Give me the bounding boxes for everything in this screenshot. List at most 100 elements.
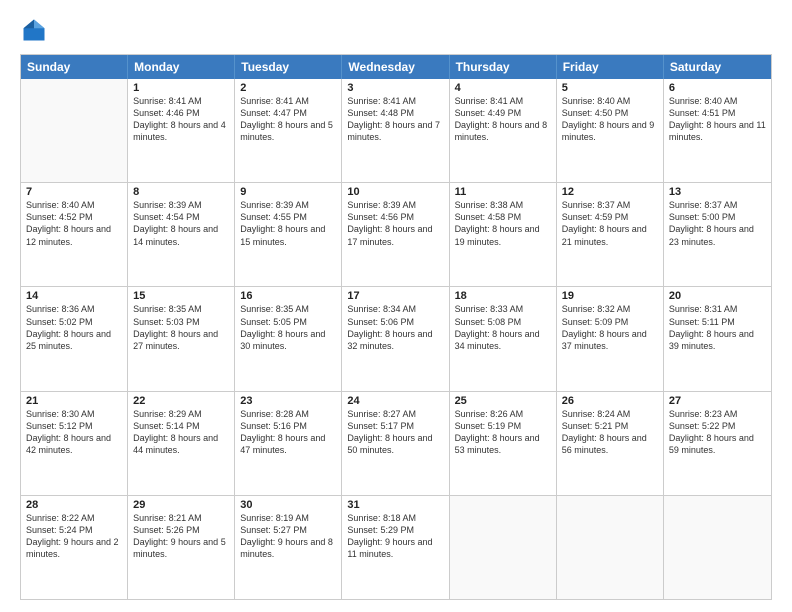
cal-cell-day-2: 2Sunrise: 8:41 AMSunset: 4:47 PMDaylight… xyxy=(235,79,342,182)
day-number: 21 xyxy=(26,395,122,407)
cell-info: Sunrise: 8:35 AMSunset: 5:05 PMDaylight:… xyxy=(240,303,336,352)
cal-cell-day-31: 31Sunrise: 8:18 AMSunset: 5:29 PMDayligh… xyxy=(342,496,449,599)
calendar-row-1: 7Sunrise: 8:40 AMSunset: 4:52 PMDaylight… xyxy=(21,182,771,286)
calendar-row-4: 28Sunrise: 8:22 AMSunset: 5:24 PMDayligh… xyxy=(21,495,771,599)
day-number: 3 xyxy=(347,82,443,94)
cal-cell-day-5: 5Sunrise: 8:40 AMSunset: 4:50 PMDaylight… xyxy=(557,79,664,182)
day-number: 19 xyxy=(562,290,658,302)
cell-info: Sunrise: 8:41 AMSunset: 4:47 PMDaylight:… xyxy=(240,95,336,144)
cell-info: Sunrise: 8:30 AMSunset: 5:12 PMDaylight:… xyxy=(26,408,122,457)
cal-cell-day-20: 20Sunrise: 8:31 AMSunset: 5:11 PMDayligh… xyxy=(664,287,771,390)
cell-info: Sunrise: 8:33 AMSunset: 5:08 PMDaylight:… xyxy=(455,303,551,352)
cell-info: Sunrise: 8:28 AMSunset: 5:16 PMDaylight:… xyxy=(240,408,336,457)
cal-cell-day-6: 6Sunrise: 8:40 AMSunset: 4:51 PMDaylight… xyxy=(664,79,771,182)
day-number: 24 xyxy=(347,395,443,407)
logo-icon xyxy=(20,16,48,44)
day-number: 5 xyxy=(562,82,658,94)
cal-cell-empty xyxy=(664,496,771,599)
day-number: 8 xyxy=(133,186,229,198)
cal-cell-empty xyxy=(21,79,128,182)
day-number: 28 xyxy=(26,499,122,511)
cell-info: Sunrise: 8:40 AMSunset: 4:52 PMDaylight:… xyxy=(26,199,122,248)
header-day-friday: Friday xyxy=(557,55,664,79)
day-number: 31 xyxy=(347,499,443,511)
cell-info: Sunrise: 8:31 AMSunset: 5:11 PMDaylight:… xyxy=(669,303,766,352)
cal-cell-day-14: 14Sunrise: 8:36 AMSunset: 5:02 PMDayligh… xyxy=(21,287,128,390)
day-number: 4 xyxy=(455,82,551,94)
cell-info: Sunrise: 8:22 AMSunset: 5:24 PMDaylight:… xyxy=(26,512,122,561)
cell-info: Sunrise: 8:32 AMSunset: 5:09 PMDaylight:… xyxy=(562,303,658,352)
cal-cell-empty xyxy=(557,496,664,599)
header-day-wednesday: Wednesday xyxy=(342,55,449,79)
cell-info: Sunrise: 8:38 AMSunset: 4:58 PMDaylight:… xyxy=(455,199,551,248)
cal-cell-day-22: 22Sunrise: 8:29 AMSunset: 5:14 PMDayligh… xyxy=(128,392,235,495)
day-number: 2 xyxy=(240,82,336,94)
page: SundayMondayTuesdayWednesdayThursdayFrid… xyxy=(0,0,792,612)
header xyxy=(20,16,772,44)
day-number: 10 xyxy=(347,186,443,198)
cal-cell-day-12: 12Sunrise: 8:37 AMSunset: 4:59 PMDayligh… xyxy=(557,183,664,286)
day-number: 13 xyxy=(669,186,766,198)
day-number: 9 xyxy=(240,186,336,198)
cell-info: Sunrise: 8:23 AMSunset: 5:22 PMDaylight:… xyxy=(669,408,766,457)
calendar-row-2: 14Sunrise: 8:36 AMSunset: 5:02 PMDayligh… xyxy=(21,286,771,390)
calendar-row-3: 21Sunrise: 8:30 AMSunset: 5:12 PMDayligh… xyxy=(21,391,771,495)
cell-info: Sunrise: 8:34 AMSunset: 5:06 PMDaylight:… xyxy=(347,303,443,352)
day-number: 22 xyxy=(133,395,229,407)
day-number: 30 xyxy=(240,499,336,511)
cal-cell-day-4: 4Sunrise: 8:41 AMSunset: 4:49 PMDaylight… xyxy=(450,79,557,182)
cell-info: Sunrise: 8:40 AMSunset: 4:51 PMDaylight:… xyxy=(669,95,766,144)
day-number: 25 xyxy=(455,395,551,407)
cal-cell-day-19: 19Sunrise: 8:32 AMSunset: 5:09 PMDayligh… xyxy=(557,287,664,390)
day-number: 12 xyxy=(562,186,658,198)
day-number: 15 xyxy=(133,290,229,302)
cal-cell-day-18: 18Sunrise: 8:33 AMSunset: 5:08 PMDayligh… xyxy=(450,287,557,390)
cal-cell-day-9: 9Sunrise: 8:39 AMSunset: 4:55 PMDaylight… xyxy=(235,183,342,286)
cal-cell-empty xyxy=(450,496,557,599)
cal-cell-day-15: 15Sunrise: 8:35 AMSunset: 5:03 PMDayligh… xyxy=(128,287,235,390)
cal-cell-day-13: 13Sunrise: 8:37 AMSunset: 5:00 PMDayligh… xyxy=(664,183,771,286)
cal-cell-day-28: 28Sunrise: 8:22 AMSunset: 5:24 PMDayligh… xyxy=(21,496,128,599)
calendar: SundayMondayTuesdayWednesdayThursdayFrid… xyxy=(20,54,772,600)
day-number: 11 xyxy=(455,186,551,198)
logo xyxy=(20,16,52,44)
calendar-header: SundayMondayTuesdayWednesdayThursdayFrid… xyxy=(21,55,771,79)
cell-info: Sunrise: 8:37 AMSunset: 5:00 PMDaylight:… xyxy=(669,199,766,248)
cell-info: Sunrise: 8:24 AMSunset: 5:21 PMDaylight:… xyxy=(562,408,658,457)
cell-info: Sunrise: 8:40 AMSunset: 4:50 PMDaylight:… xyxy=(562,95,658,144)
cell-info: Sunrise: 8:39 AMSunset: 4:56 PMDaylight:… xyxy=(347,199,443,248)
cal-cell-day-23: 23Sunrise: 8:28 AMSunset: 5:16 PMDayligh… xyxy=(235,392,342,495)
cell-info: Sunrise: 8:29 AMSunset: 5:14 PMDaylight:… xyxy=(133,408,229,457)
cal-cell-day-29: 29Sunrise: 8:21 AMSunset: 5:26 PMDayligh… xyxy=(128,496,235,599)
day-number: 16 xyxy=(240,290,336,302)
cal-cell-day-25: 25Sunrise: 8:26 AMSunset: 5:19 PMDayligh… xyxy=(450,392,557,495)
cell-info: Sunrise: 8:18 AMSunset: 5:29 PMDaylight:… xyxy=(347,512,443,561)
day-number: 6 xyxy=(669,82,766,94)
cell-info: Sunrise: 8:36 AMSunset: 5:02 PMDaylight:… xyxy=(26,303,122,352)
header-day-saturday: Saturday xyxy=(664,55,771,79)
cal-cell-day-7: 7Sunrise: 8:40 AMSunset: 4:52 PMDaylight… xyxy=(21,183,128,286)
day-number: 23 xyxy=(240,395,336,407)
cell-info: Sunrise: 8:21 AMSunset: 5:26 PMDaylight:… xyxy=(133,512,229,561)
cell-info: Sunrise: 8:35 AMSunset: 5:03 PMDaylight:… xyxy=(133,303,229,352)
cell-info: Sunrise: 8:27 AMSunset: 5:17 PMDaylight:… xyxy=(347,408,443,457)
day-number: 1 xyxy=(133,82,229,94)
day-number: 29 xyxy=(133,499,229,511)
day-number: 18 xyxy=(455,290,551,302)
calendar-row-0: 1Sunrise: 8:41 AMSunset: 4:46 PMDaylight… xyxy=(21,79,771,182)
cell-info: Sunrise: 8:41 AMSunset: 4:49 PMDaylight:… xyxy=(455,95,551,144)
day-number: 20 xyxy=(669,290,766,302)
cell-info: Sunrise: 8:41 AMSunset: 4:46 PMDaylight:… xyxy=(133,95,229,144)
cell-info: Sunrise: 8:39 AMSunset: 4:55 PMDaylight:… xyxy=(240,199,336,248)
cal-cell-day-11: 11Sunrise: 8:38 AMSunset: 4:58 PMDayligh… xyxy=(450,183,557,286)
header-day-tuesday: Tuesday xyxy=(235,55,342,79)
header-day-sunday: Sunday xyxy=(21,55,128,79)
calendar-body: 1Sunrise: 8:41 AMSunset: 4:46 PMDaylight… xyxy=(21,79,771,599)
cell-info: Sunrise: 8:19 AMSunset: 5:27 PMDaylight:… xyxy=(240,512,336,561)
cal-cell-day-1: 1Sunrise: 8:41 AMSunset: 4:46 PMDaylight… xyxy=(128,79,235,182)
header-day-monday: Monday xyxy=(128,55,235,79)
day-number: 17 xyxy=(347,290,443,302)
cal-cell-day-8: 8Sunrise: 8:39 AMSunset: 4:54 PMDaylight… xyxy=(128,183,235,286)
day-number: 7 xyxy=(26,186,122,198)
cal-cell-day-24: 24Sunrise: 8:27 AMSunset: 5:17 PMDayligh… xyxy=(342,392,449,495)
